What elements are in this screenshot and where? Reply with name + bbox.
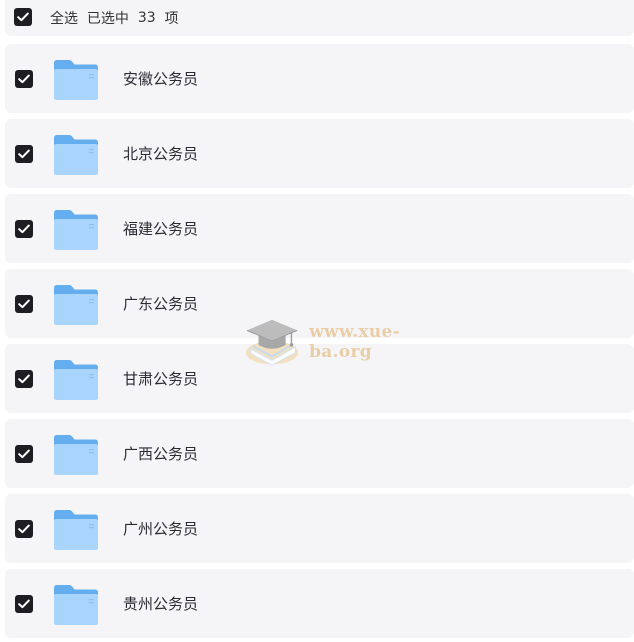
folder-list: 安徽公务员北京公务员福建公务员广东公务员甘肃公务员广西公务员广州公务员贵州公务员 [5, 44, 634, 642]
selected-suffix: 项 [164, 11, 179, 27]
folder-name[interactable]: 广州公务员 [123, 518, 198, 539]
checkmark-icon [18, 449, 30, 458]
checkmark-icon [18, 374, 30, 383]
folder-name[interactable]: 甘肃公务员 [123, 368, 198, 389]
checkmark-icon [18, 74, 30, 83]
folder-name[interactable]: 福建公务员 [123, 218, 198, 239]
checkmark-icon [18, 599, 30, 608]
selected-count: 33 [137, 10, 156, 26]
folder-row[interactable]: 广西公务员 [5, 419, 634, 488]
folder-checkbox[interactable] [15, 69, 33, 88]
folder-name[interactable]: 广东公务员 [123, 293, 198, 314]
folder-checkbox[interactable] [15, 444, 33, 463]
file-selection-panel: 全选 已选中 33 项 安徽公务员北京公务员福建公务员广东公务员甘肃公务员广西公… [0, 0, 634, 642]
folder-icon [54, 584, 98, 625]
folder-icon-wrapper [33, 57, 99, 101]
folder-name[interactable]: 安徽公务员 [123, 68, 198, 89]
folder-row[interactable]: 安徽公务员 [5, 44, 634, 113]
folder-icon-wrapper [33, 432, 99, 476]
selection-summary: 全选 已选中 33 项 [50, 8, 179, 28]
checkmark-icon [18, 149, 30, 158]
folder-icon [54, 209, 98, 250]
folder-icon-wrapper [33, 132, 99, 176]
folder-icon-wrapper [33, 357, 99, 401]
folder-icon-wrapper [33, 282, 99, 326]
folder-icon [54, 59, 98, 100]
checkmark-icon [18, 299, 30, 308]
folder-row[interactable]: 广东公务员 [5, 269, 634, 338]
folder-row[interactable]: 广州公务员 [5, 494, 634, 563]
checkmark-icon [17, 12, 29, 22]
folder-icon [54, 509, 98, 550]
folder-row[interactable]: 北京公务员 [5, 119, 634, 188]
folder-checkbox[interactable] [15, 594, 33, 613]
folder-name[interactable]: 北京公务员 [123, 143, 198, 164]
folder-name[interactable]: 广西公务员 [123, 443, 198, 464]
folder-row[interactable]: 甘肃公务员 [5, 344, 634, 413]
selected-prefix: 已选中 [86, 11, 129, 27]
folder-row[interactable]: 贵州公务员 [5, 569, 634, 638]
folder-icon-wrapper [33, 507, 99, 551]
folder-checkbox[interactable] [15, 519, 33, 538]
select-all-checkbox[interactable] [14, 8, 32, 26]
folder-checkbox[interactable] [15, 219, 33, 238]
select-all-bar: 全选 已选中 33 项 [5, 0, 634, 36]
folder-icon [54, 284, 98, 325]
folder-icon-wrapper [33, 582, 99, 626]
folder-icon-wrapper [33, 207, 99, 251]
folder-name[interactable]: 贵州公务员 [123, 593, 198, 614]
folder-icon [54, 134, 98, 175]
checkmark-icon [18, 524, 30, 533]
folder-row[interactable]: 福建公务员 [5, 194, 634, 263]
folder-checkbox[interactable] [15, 294, 33, 313]
select-all-label[interactable]: 全选 [50, 8, 78, 28]
folder-checkbox[interactable] [15, 144, 33, 163]
folder-checkbox[interactable] [15, 369, 33, 388]
checkmark-icon [18, 224, 30, 233]
folder-icon [54, 434, 98, 475]
folder-icon [54, 359, 98, 400]
